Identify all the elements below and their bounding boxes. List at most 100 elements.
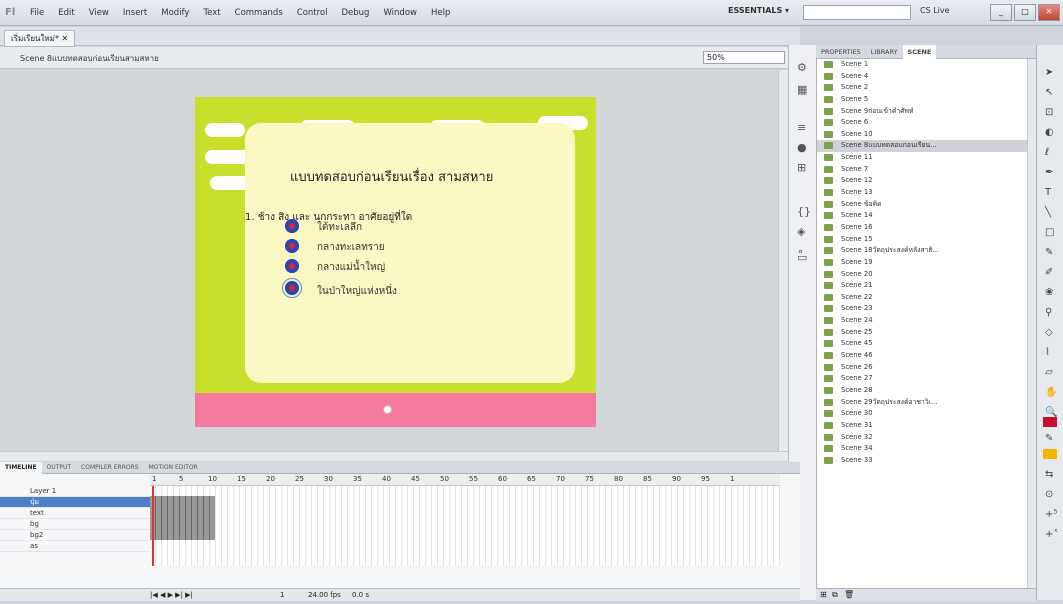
scene-item[interactable]: Scene 6 xyxy=(817,117,1036,129)
smooth-icon[interactable]: +⁵ xyxy=(1045,509,1057,520)
scene-breadcrumb[interactable]: Scene 8แบบทดสอบก่อนเรียนสามสหาย xyxy=(20,52,159,65)
scene-item[interactable]: Scene 27 xyxy=(817,373,1036,385)
close-icon[interactable]: ✕ xyxy=(1038,4,1060,21)
free-transform-icon[interactable]: ⊡ xyxy=(1045,107,1053,118)
rectangle-tool-icon[interactable]: □ xyxy=(1045,227,1054,238)
menu-text[interactable]: Text xyxy=(196,8,227,18)
paint-bucket-icon[interactable]: ◇ xyxy=(1045,327,1053,338)
scene-item[interactable]: Scene 2 xyxy=(817,82,1036,94)
frame-rate[interactable]: 24.00 fps xyxy=(308,589,341,601)
menu-help[interactable]: Help xyxy=(424,8,457,18)
tab-motion-editor[interactable]: MOTION EDITOR xyxy=(144,462,203,474)
option-radio-4[interactable] xyxy=(282,278,302,298)
menu-insert[interactable]: Insert xyxy=(116,8,154,18)
layer-row[interactable]: bg xyxy=(0,519,150,530)
scene-item[interactable]: Scene 8แบบทดสอบก่อนเรียน... xyxy=(817,140,1036,153)
align-icon[interactable]: ≡ xyxy=(797,121,806,134)
library-icon[interactable]: ▦ xyxy=(797,83,807,96)
zoom-select[interactable]: 50% xyxy=(703,51,785,64)
layer-row[interactable]: bg2 xyxy=(0,530,150,541)
scene-item[interactable]: Scene 34 xyxy=(817,443,1036,455)
scene-item[interactable]: Scene 1 xyxy=(817,59,1036,71)
menu-view[interactable]: View xyxy=(82,8,116,18)
eraser-tool-icon[interactable]: ▱ xyxy=(1045,367,1053,378)
scene-item[interactable]: Scene 13 xyxy=(817,187,1036,199)
pencil-tool-icon[interactable]: ✎ xyxy=(1045,247,1053,258)
frame-ruler[interactable]: 1 5 10 15 20 25 30 35 40 45 50 55 60 65 70 75 80 85 90 95 1 xyxy=(150,474,780,486)
menu-modify[interactable]: Modify xyxy=(154,8,196,18)
maximize-icon[interactable]: □ xyxy=(1014,4,1036,21)
swap-colors-icon[interactable]: ⇆ xyxy=(1045,469,1053,480)
tab-properties[interactable]: PROPERTIES xyxy=(816,45,866,59)
duplicate-scene-icon[interactable]: ⧉ xyxy=(832,590,838,600)
stage-horizontal-scrollbar[interactable] xyxy=(0,451,788,461)
brush-tool-icon[interactable]: ✐ xyxy=(1045,267,1053,278)
deco-tool-icon[interactable]: ❀ xyxy=(1045,287,1053,298)
cs-live-button[interactable]: CS Live xyxy=(920,6,950,15)
scene-item[interactable]: Scene 10 xyxy=(817,129,1036,141)
stage-vertical-scrollbar[interactable] xyxy=(778,70,788,451)
scene-item[interactable]: Scene 23 xyxy=(817,303,1036,315)
scene-item[interactable]: Scene 29วัตถุประสงค์อาชาวิเ... xyxy=(817,397,1036,409)
3d-rotation-icon[interactable]: ◐ xyxy=(1045,127,1054,138)
subselection-tool-icon[interactable]: ↖ xyxy=(1045,87,1053,98)
scene-item[interactable]: Scene 26 xyxy=(817,362,1036,374)
scene-item[interactable]: Scene 9ก่อนเข้าคำศัพท์ xyxy=(817,106,1036,118)
hand-tool-icon[interactable]: ✋ xyxy=(1045,387,1057,398)
scene-item[interactable]: Scene 4 xyxy=(817,71,1036,83)
straighten-icon[interactable]: +˂ xyxy=(1045,529,1058,540)
workspace-switcher[interactable]: ESSENTIALS ▾ xyxy=(728,6,789,15)
scene-item[interactable]: Scene 7 xyxy=(817,164,1036,176)
tab-scene[interactable]: SCENE xyxy=(902,45,937,59)
scene-item[interactable]: Scene 14 xyxy=(817,210,1036,222)
option-radio-3[interactable] xyxy=(285,259,299,273)
layer-row[interactable]: Layer 1 xyxy=(0,486,150,497)
scene-item[interactable]: Scene 32 xyxy=(817,432,1036,444)
frame-span[interactable] xyxy=(150,496,215,540)
selection-tool-icon[interactable]: ➤ xyxy=(1045,67,1053,78)
scene-item[interactable]: Scene 5 xyxy=(817,94,1036,106)
menu-debug[interactable]: Debug xyxy=(335,8,377,18)
option-radio-1[interactable] xyxy=(285,219,299,233)
menu-window[interactable]: Window xyxy=(376,8,424,18)
delete-scene-icon[interactable]: 🗑 xyxy=(844,590,854,599)
tab-output[interactable]: OUTPUT xyxy=(42,462,76,474)
fill-color-swatch[interactable] xyxy=(1043,449,1057,459)
document-tab[interactable]: เริ่มเรียนใหม่* ✕ xyxy=(4,30,76,47)
scene-item[interactable]: Scene 46 xyxy=(817,350,1036,362)
scene-item[interactable]: Scene ข้อคิด xyxy=(817,199,1036,211)
scene-item[interactable]: Scene 21 xyxy=(817,280,1036,292)
scene-item[interactable]: Scene 15 xyxy=(817,234,1036,246)
scene-item[interactable]: Scene 18วัตถุประสงค์หลังสาธิ... xyxy=(817,245,1036,257)
scene-item[interactable]: Scene 22 xyxy=(817,292,1036,304)
scene-item[interactable]: Scene 11 xyxy=(817,152,1036,164)
scene-item[interactable]: Scene 16 xyxy=(817,222,1036,234)
frame-grid[interactable] xyxy=(150,486,780,566)
menu-control[interactable]: Control xyxy=(290,8,335,18)
properties-icon[interactable]: ⚙ xyxy=(797,61,807,74)
scene-item[interactable]: Scene 20 xyxy=(817,269,1036,281)
layer-row[interactable]: ปุ่ม xyxy=(0,497,150,508)
scene-item[interactable]: Scene 19 xyxy=(817,257,1036,269)
snap-icon[interactable]: ⊙ xyxy=(1045,489,1053,500)
eyedropper-icon[interactable]: ⌇ xyxy=(1045,347,1050,358)
stroke-color-icon[interactable]: ✎ xyxy=(1045,433,1053,444)
layer-row[interactable]: as xyxy=(0,541,150,552)
option-radio-2[interactable] xyxy=(285,239,299,253)
text-tool-icon[interactable]: T xyxy=(1045,187,1051,198)
scene-item[interactable]: Scene 12 xyxy=(817,175,1036,187)
code-snippets-icon[interactable]: {} xyxy=(797,205,811,218)
scene-item[interactable]: Scene 33 xyxy=(817,455,1036,467)
scene-item[interactable]: Scene 24 xyxy=(817,315,1036,327)
add-scene-icon[interactable]: ⊞ xyxy=(820,590,827,599)
menu-commands[interactable]: Commands xyxy=(228,8,290,18)
playhead[interactable] xyxy=(152,486,154,566)
color-icon[interactable]: ● xyxy=(797,141,807,154)
menu-file[interactable]: File xyxy=(23,8,51,18)
menu-edit[interactable]: Edit xyxy=(51,8,81,18)
scene-item[interactable]: Scene 28 xyxy=(817,385,1036,397)
tab-timeline[interactable]: TIMELINE xyxy=(0,462,42,474)
scene-list-scrollbar[interactable] xyxy=(1027,59,1036,588)
bone-tool-icon[interactable]: ⚲ xyxy=(1045,307,1052,318)
transform-icon[interactable]: ⊞ xyxy=(797,161,806,174)
